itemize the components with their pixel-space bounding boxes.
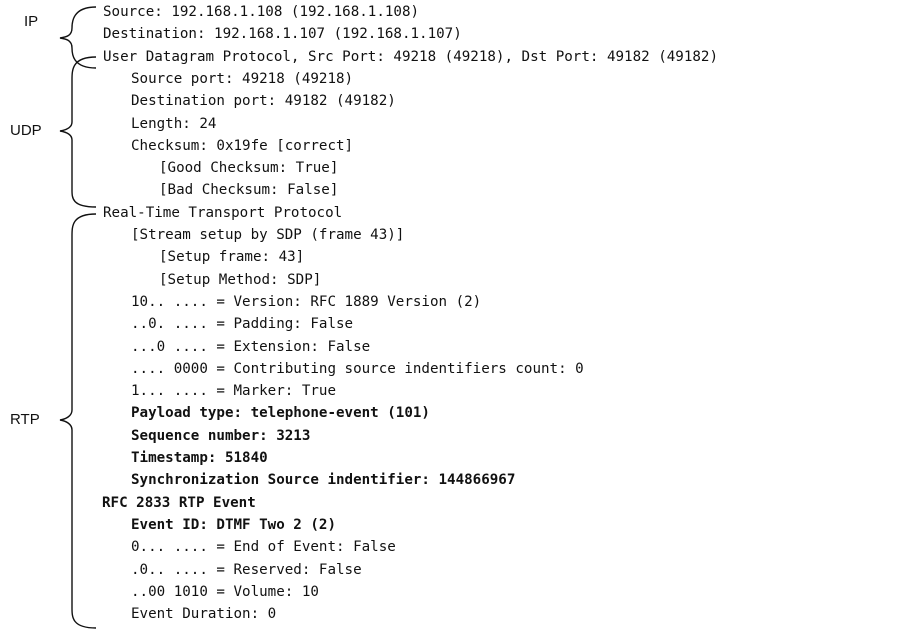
rtp-brace <box>59 213 97 629</box>
detail-line: 10.. .... = Version: RFC 1889 Version (2… <box>131 293 482 310</box>
detail-line: Length: 24 <box>131 115 217 132</box>
detail-line: 1... .... = Marker: True <box>131 383 336 400</box>
detail-line: Real-Time Transport Protocol <box>103 204 343 221</box>
detail-line: [Bad Checksum: False] <box>159 182 339 199</box>
detail-line: .... 0000 = Contributing source indentif… <box>131 360 584 377</box>
udp-brace <box>59 56 97 208</box>
detail-line: Destination: 192.168.1.107 (192.168.1.10… <box>103 26 462 43</box>
detail-line: Event Duration: 0 <box>131 606 277 623</box>
udp-group-label: UDP <box>10 122 42 139</box>
detail-line: Destination port: 49182 (49182) <box>131 93 396 110</box>
detail-line: ..0. .... = Padding: False <box>131 316 354 333</box>
ip-group-label: IP <box>24 13 39 30</box>
detail-line: ...0 .... = Extension: False <box>131 338 371 355</box>
detail-line: [Setup frame: 43] <box>159 249 305 266</box>
detail-line: Synchronization Source indentifier: 1448… <box>131 472 516 489</box>
detail-line: ..00 1010 = Volume: 10 <box>131 583 319 600</box>
detail-line: Source port: 49218 (49218) <box>131 70 354 87</box>
detail-line: [Stream setup by SDP (frame 43)] <box>131 227 405 243</box>
detail-line: Event ID: DTMF Two 2 (2) <box>131 516 336 533</box>
detail-line: [Setup Method: SDP] <box>159 271 322 288</box>
detail-line: User Datagram Protocol, Src Port: 49218 … <box>103 48 718 65</box>
detail-line: Sequence number: 3213 <box>131 427 311 444</box>
detail-line: Payload type: telephone-event (101) <box>131 405 430 422</box>
rtp-group-label: RTP <box>10 411 40 428</box>
detail-line: Source: 192.168.1.108 (192.168.1.108) <box>103 4 420 20</box>
ip-brace <box>59 6 97 69</box>
detail-line: RFC 2833 RTP Event <box>102 494 256 511</box>
detail-line: Timestamp: 51840 <box>131 450 268 466</box>
detail-line: [Good Checksum: True] <box>159 160 339 177</box>
detail-line: .0.. .... = Reserved: False <box>131 561 362 578</box>
detail-line: 0... .... = End of Event: False <box>131 539 396 556</box>
detail-line: Checksum: 0x19fe [correct] <box>131 137 354 154</box>
